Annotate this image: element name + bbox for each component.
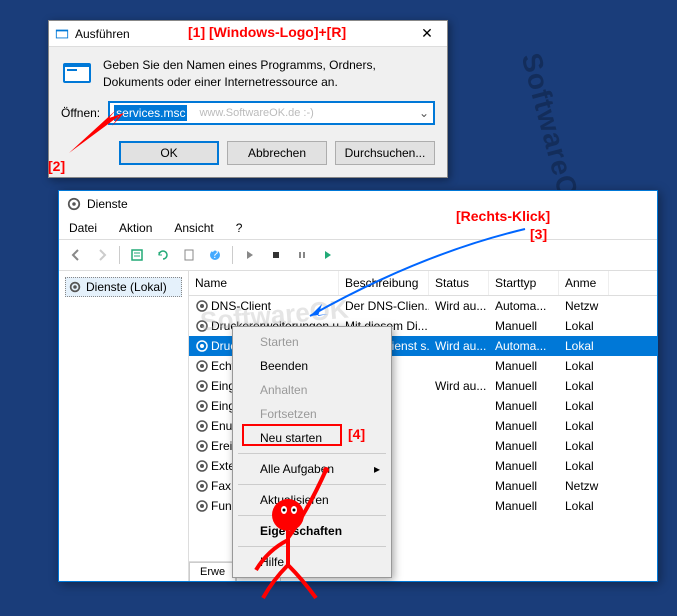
stickman-figure xyxy=(248,460,358,600)
refresh-button[interactable] xyxy=(152,244,174,266)
arrow-3 xyxy=(300,224,530,324)
export-button[interactable] xyxy=(178,244,200,266)
annotation-3-num: [3] xyxy=(530,226,547,242)
stop-button[interactable] xyxy=(265,244,287,266)
tab-extended[interactable]: Erwe xyxy=(189,562,236,581)
annotation-4-box xyxy=(242,424,342,446)
help-button[interactable]: ? xyxy=(204,244,226,266)
dropdown-icon[interactable]: ⌄ xyxy=(419,106,429,120)
gear-icon xyxy=(195,379,209,393)
menu-item-anhalten: Anhalten xyxy=(236,378,388,402)
play-button[interactable] xyxy=(239,244,261,266)
svg-text:?: ? xyxy=(212,248,219,261)
annotation-1: [1] [Windows-Logo]+[R] xyxy=(188,24,346,40)
gear-icon xyxy=(195,499,209,513)
menu-action[interactable]: Aktion xyxy=(115,219,156,237)
browse-button[interactable]: Durchsuchen... xyxy=(335,141,435,165)
menu-separator xyxy=(238,453,386,454)
ok-button[interactable]: OK xyxy=(119,141,219,165)
gear-icon xyxy=(195,319,209,333)
arrow-2 xyxy=(64,108,134,158)
menu-item-beenden[interactable]: Beenden xyxy=(236,354,388,378)
col-anm[interactable]: Anme xyxy=(559,271,609,295)
gear-icon xyxy=(195,479,209,493)
annotation-4: [4] xyxy=(348,426,365,442)
annotation-2: [2] xyxy=(48,158,65,174)
menu-item-fortsetzen: Fortsetzen xyxy=(236,402,388,426)
run-icon xyxy=(55,27,69,41)
gear-icon xyxy=(195,299,209,313)
back-button[interactable] xyxy=(65,244,87,266)
open-input[interactable]: services.msc www.SoftwareOK.de :-) ⌄ xyxy=(108,101,435,125)
services-titlebar[interactable]: Dienste xyxy=(59,191,657,217)
gear-icon xyxy=(195,399,209,413)
services-title-text: Dienste xyxy=(87,197,128,211)
open-input-hint: www.SoftwareOK.de :-) xyxy=(199,107,313,119)
gear-icon xyxy=(195,359,209,373)
cancel-button[interactable]: Abbrechen xyxy=(227,141,327,165)
menu-item-starten: Starten xyxy=(236,330,388,354)
properties-button[interactable] xyxy=(126,244,148,266)
tree-item-local[interactable]: Dienste (Lokal) xyxy=(65,277,182,297)
gear-icon xyxy=(195,459,209,473)
menu-view[interactable]: Ansicht xyxy=(170,219,217,237)
gear-icon xyxy=(195,419,209,433)
gear-icon xyxy=(67,197,81,211)
close-icon[interactable]: ✕ xyxy=(413,25,441,42)
gear-icon xyxy=(195,339,209,353)
gear-icon xyxy=(68,280,82,294)
menu-help[interactable]: ? xyxy=(232,219,247,237)
forward-button[interactable] xyxy=(91,244,113,266)
menu-file[interactable]: Datei xyxy=(65,219,101,237)
tree-item-label: Dienste (Lokal) xyxy=(86,280,167,294)
run-big-icon xyxy=(61,57,93,89)
run-description: Geben Sie den Namen eines Programms, Ord… xyxy=(103,57,435,91)
annotation-3-label: [Rechts-Klick] xyxy=(456,208,550,224)
gear-icon xyxy=(195,439,209,453)
services-tree: Dienste (Lokal) xyxy=(59,271,189,581)
